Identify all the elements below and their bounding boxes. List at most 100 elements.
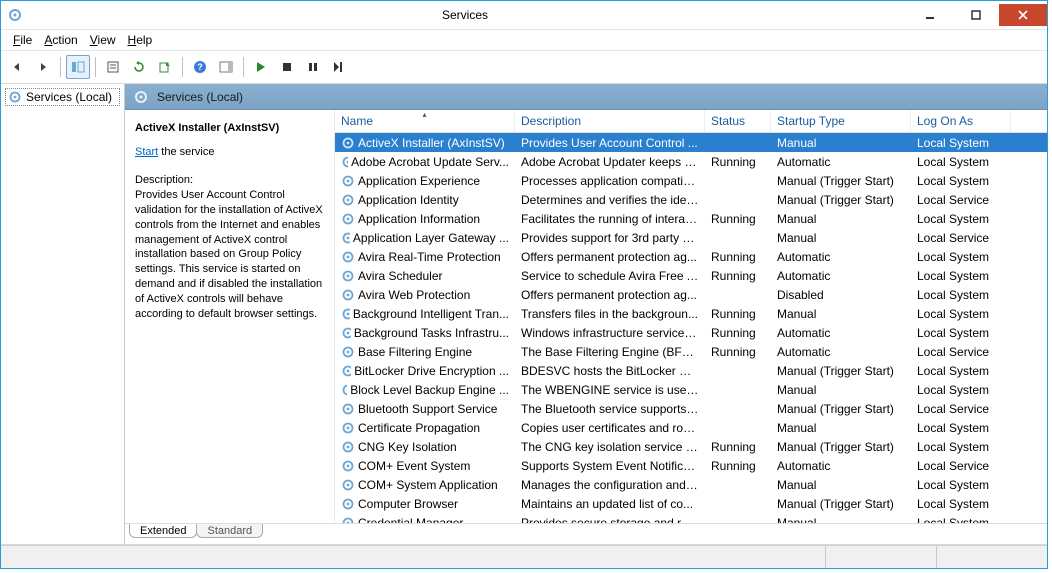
service-status-cell: Running <box>705 155 771 169</box>
column-header-name[interactable]: Name ▴ <box>335 110 515 132</box>
gear-icon <box>341 212 355 226</box>
service-row[interactable]: Certificate PropagationCopies user certi… <box>335 418 1047 437</box>
column-header-status[interactable]: Status <box>705 110 771 132</box>
service-name-cell: COM+ System Application <box>335 478 515 492</box>
service-startup-cell: Manual <box>771 421 911 435</box>
column-header-description[interactable]: Description <box>515 110 705 132</box>
help-button[interactable]: ? <box>188 55 212 79</box>
service-row[interactable]: COM+ Event SystemSupports System Event N… <box>335 456 1047 475</box>
service-description-cell: Service to schedule Avira Free A... <box>515 269 705 283</box>
gear-icon <box>341 459 355 473</box>
service-startup-cell: Automatic <box>771 326 911 340</box>
service-row[interactable]: Computer BrowserMaintains an updated lis… <box>335 494 1047 513</box>
show-hide-action-pane-button[interactable] <box>214 55 238 79</box>
service-row[interactable]: Background Intelligent Tran...Transfers … <box>335 304 1047 323</box>
maximize-button[interactable] <box>953 4 999 26</box>
gear-icon <box>341 193 355 207</box>
nav-label: Services (Local) <box>26 90 112 104</box>
service-row[interactable]: Avira Real-Time ProtectionOffers permane… <box>335 247 1047 266</box>
service-startup-cell: Manual <box>771 136 911 150</box>
column-header-startup[interactable]: Startup Type <box>771 110 911 132</box>
service-status-cell: Running <box>705 345 771 359</box>
refresh-button[interactable] <box>127 55 151 79</box>
menu-action[interactable]: Action <box>38 31 83 49</box>
stop-service-button[interactable] <box>275 55 299 79</box>
service-status-cell: Running <box>705 459 771 473</box>
service-row[interactable]: Avira SchedulerService to schedule Avira… <box>335 266 1047 285</box>
service-description-cell: Copies user certificates and root... <box>515 421 705 435</box>
service-name-cell: Background Tasks Infrastru... <box>335 326 515 340</box>
service-description-cell: Adobe Acrobat Updater keeps y... <box>515 155 705 169</box>
start-service-link[interactable]: Start <box>135 146 158 158</box>
service-row[interactable]: BitLocker Drive Encryption ...BDESVC hos… <box>335 361 1047 380</box>
service-row[interactable]: CNG Key IsolationThe CNG key isolation s… <box>335 437 1047 456</box>
content-area: Services (Local) Services (Local) Active… <box>1 84 1047 545</box>
service-status-cell: Running <box>705 326 771 340</box>
service-row[interactable]: Application InformationFacilitates the r… <box>335 209 1047 228</box>
pane-body: ActiveX Installer (AxInstSV) Start the s… <box>125 110 1047 523</box>
service-row[interactable]: Adobe Acrobat Update Serv...Adobe Acroba… <box>335 152 1047 171</box>
start-service-button[interactable] <box>249 55 273 79</box>
service-row[interactable]: Application ExperienceProcesses applicat… <box>335 171 1047 190</box>
service-description-cell: Facilitates the running of interac... <box>515 212 705 226</box>
service-row[interactable]: Bluetooth Support ServiceThe Bluetooth s… <box>335 399 1047 418</box>
service-row[interactable]: Application IdentityDetermines and verif… <box>335 190 1047 209</box>
minimize-button[interactable] <box>907 4 953 26</box>
service-startup-cell: Automatic <box>771 155 911 169</box>
gear-icon <box>341 155 348 169</box>
properties-button[interactable] <box>101 55 125 79</box>
service-name-cell: Avira Scheduler <box>335 269 515 283</box>
service-row[interactable]: Background Tasks Infrastru...Windows inf… <box>335 323 1047 342</box>
menu-view[interactable]: View <box>84 31 122 49</box>
service-row[interactable]: Avira Web ProtectionOffers permanent pro… <box>335 285 1047 304</box>
pane-title: Services (Local) <box>157 90 243 104</box>
service-startup-cell: Disabled <box>771 288 911 302</box>
back-button[interactable] <box>5 55 29 79</box>
view-tabs: Extended Standard <box>125 523 1047 544</box>
service-logon-cell: Local System <box>911 440 1011 454</box>
list-scroll[interactable]: ActiveX Installer (AxInstSV)Provides Use… <box>335 133 1047 523</box>
service-name-cell: Background Intelligent Tran... <box>335 307 515 321</box>
service-logon-cell: Local System <box>911 478 1011 492</box>
pause-service-button[interactable] <box>301 55 325 79</box>
restart-service-button[interactable] <box>327 55 351 79</box>
service-row[interactable]: COM+ System ApplicationManages the confi… <box>335 475 1047 494</box>
forward-button[interactable] <box>31 55 55 79</box>
service-row[interactable]: Application Layer Gateway ...Provides su… <box>335 228 1047 247</box>
service-logon-cell: Local Service <box>911 459 1011 473</box>
gear-icon <box>341 345 355 359</box>
service-row[interactable]: Base Filtering EngineThe Base Filtering … <box>335 342 1047 361</box>
service-name-cell: ActiveX Installer (AxInstSV) <box>335 136 515 150</box>
service-name-cell: Application Identity <box>335 193 515 207</box>
gear-icon <box>341 231 350 245</box>
column-header-logon[interactable]: Log On As <box>911 110 1011 132</box>
service-description-cell: BDESVC hosts the BitLocker Driv... <box>515 364 705 378</box>
service-logon-cell: Local Service <box>911 402 1011 416</box>
menu-help[interactable]: Help <box>122 31 159 49</box>
show-hide-tree-button[interactable] <box>66 55 90 79</box>
service-row[interactable]: Block Level Backup Engine ...The WBENGIN… <box>335 380 1047 399</box>
close-button[interactable] <box>999 4 1047 26</box>
service-row[interactable]: ActiveX Installer (AxInstSV)Provides Use… <box>335 133 1047 152</box>
toolbar-separator <box>243 57 244 77</box>
service-logon-cell: Local System <box>911 174 1011 188</box>
service-status-cell: Running <box>705 250 771 264</box>
detail-start-line: Start the service <box>135 146 324 158</box>
menu-file[interactable]: File <box>7 31 38 49</box>
nav-services-local[interactable]: Services (Local) <box>5 88 120 106</box>
service-row[interactable]: Credential ManagerProvides secure storag… <box>335 513 1047 523</box>
tab-extended[interactable]: Extended <box>129 524 197 538</box>
services-list: Name ▴ Description Status Startup Type L… <box>335 110 1047 523</box>
service-logon-cell: Local System <box>911 516 1011 524</box>
service-startup-cell: Manual <box>771 307 911 321</box>
service-name-cell: Application Information <box>335 212 515 226</box>
service-status-cell: Running <box>705 307 771 321</box>
service-status-cell: Running <box>705 212 771 226</box>
navigation-pane: Services (Local) <box>1 84 125 544</box>
tab-standard[interactable]: Standard <box>196 524 263 538</box>
service-description-cell: The Base Filtering Engine (BFE) i... <box>515 345 705 359</box>
export-list-button[interactable] <box>153 55 177 79</box>
service-description-cell: Offers permanent protection ag... <box>515 250 705 264</box>
service-startup-cell: Automatic <box>771 459 911 473</box>
app-icon <box>7 7 23 23</box>
